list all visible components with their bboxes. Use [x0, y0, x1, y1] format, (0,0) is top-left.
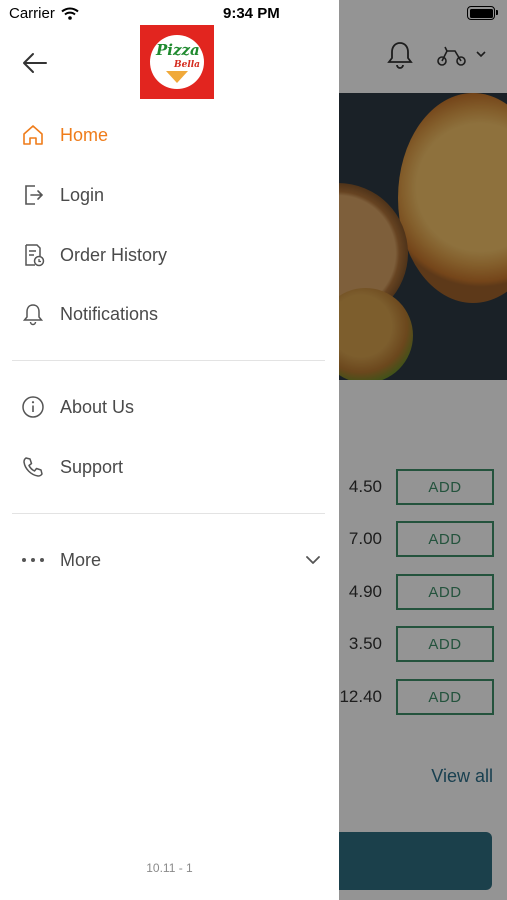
menu-item-notifications[interactable]: Notifications	[0, 289, 339, 339]
menu-label: About Us	[60, 396, 135, 417]
menu-label: Notifications	[60, 303, 159, 324]
info-icon	[21, 395, 45, 419]
menu-label: Support	[60, 456, 124, 477]
carrier-label: Carrier	[9, 5, 55, 22]
phone-icon	[21, 455, 45, 479]
chevron-down-icon[interactable]	[305, 552, 321, 568]
menu-label: More	[60, 549, 102, 570]
menu-item-order-history[interactable]: Order History	[0, 230, 339, 280]
battery-icon	[467, 6, 498, 20]
carrier-status: Carrier	[9, 5, 79, 22]
login-icon	[21, 183, 45, 207]
brand-logo: Pizza Bella	[140, 25, 214, 99]
status-bar: Carrier 9:34 PM	[0, 0, 507, 28]
menu-divider	[12, 360, 325, 361]
more-dots-icon	[21, 548, 45, 572]
menu-item-about-us[interactable]: About Us	[0, 382, 339, 432]
wifi-icon	[61, 7, 79, 20]
menu-item-more[interactable]: More	[0, 535, 339, 585]
home-icon	[21, 123, 45, 147]
menu-label: Home	[60, 124, 109, 145]
menu-label: Order History	[60, 244, 168, 265]
arrow-left-icon	[23, 53, 47, 73]
app-version: 10.11 - 1	[146, 861, 193, 875]
order-history-icon	[21, 243, 45, 267]
menu-divider	[12, 513, 325, 514]
menu-label: Login	[60, 184, 105, 205]
menu-item-support[interactable]: Support	[0, 442, 339, 492]
back-button[interactable]	[20, 48, 50, 78]
bell-icon	[21, 302, 45, 326]
status-time: 9:34 PM	[223, 5, 280, 22]
side-drawer: Pizza Bella Home Login Order History Not…	[0, 0, 339, 900]
menu-item-home[interactable]: Home	[0, 110, 339, 160]
menu-item-login[interactable]: Login	[0, 170, 339, 220]
